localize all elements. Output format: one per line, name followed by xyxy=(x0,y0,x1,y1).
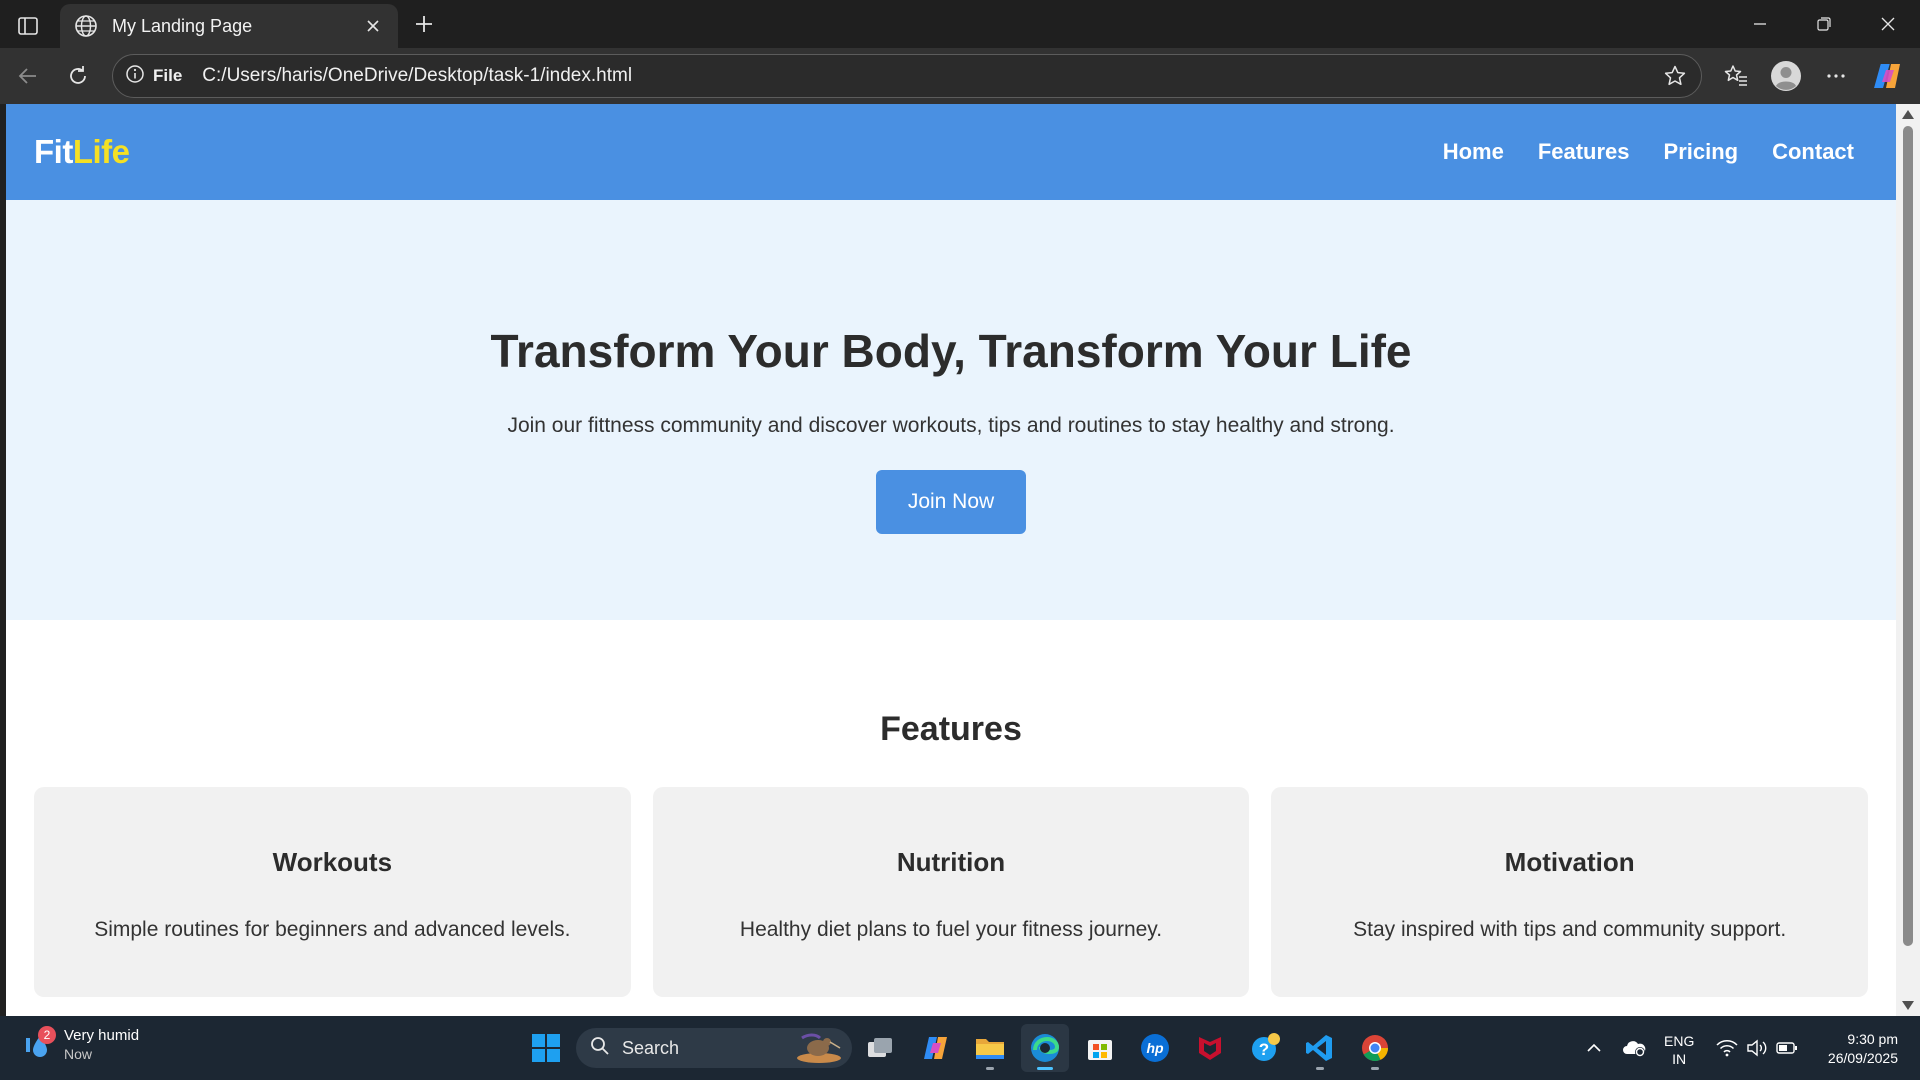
onedrive-sync-icon[interactable] xyxy=(1618,1030,1650,1066)
browser-toolbar: File C:/Users/haris/OneDrive/Desktop/tas… xyxy=(0,48,1920,104)
nav-link-contact[interactable]: Contact xyxy=(1772,139,1854,165)
feature-cards: Workouts Simple routines for beginners a… xyxy=(6,787,1896,997)
info-icon xyxy=(125,64,145,89)
search-highlight-kiwi-icon xyxy=(794,1032,844,1064)
feature-card-nutrition: Nutrition Healthy diet plans to fuel you… xyxy=(652,787,1250,997)
mcafee-icon[interactable] xyxy=(1186,1024,1234,1072)
weather-badge: 2 xyxy=(38,1026,56,1044)
feature-card-text: Stay inspired with tips and community su… xyxy=(1353,918,1787,941)
join-now-button[interactable]: Join Now xyxy=(876,470,1026,534)
weather-icon: 2 xyxy=(20,1026,56,1062)
active-indicator xyxy=(1037,1067,1053,1070)
browser-tab[interactable]: My Landing Page xyxy=(60,4,398,48)
feature-card-title: Motivation xyxy=(1504,847,1635,877)
clock-date: 26/09/2025 xyxy=(1827,1050,1898,1066)
search-icon xyxy=(590,1036,610,1061)
tab-actions-icon[interactable] xyxy=(10,8,46,44)
task-view-icon[interactable] xyxy=(856,1024,904,1072)
weather-widget[interactable]: 2 Very humid Now xyxy=(20,1026,139,1062)
minimize-icon[interactable] xyxy=(1728,0,1792,48)
input-language[interactable]: ENG IN xyxy=(1664,1032,1694,1068)
site-header: FitLife Home Features Pricing Contact xyxy=(6,104,1896,200)
url-text[interactable]: C:/Users/haris/OneDrive/Desktop/task-1/i… xyxy=(202,65,1657,87)
scroll-thumb[interactable] xyxy=(1903,126,1913,946)
microsoft-store-icon[interactable] xyxy=(1076,1024,1124,1072)
running-indicator xyxy=(986,1067,994,1070)
show-hidden-icons-chevron-up-icon[interactable] xyxy=(1580,1030,1608,1066)
hp-icon[interactable]: hp xyxy=(1131,1024,1179,1072)
address-bar[interactable]: File C:/Users/haris/OneDrive/Desktop/tas… xyxy=(112,54,1702,98)
favorite-star-icon[interactable] xyxy=(1657,58,1693,94)
refresh-icon[interactable] xyxy=(60,58,96,94)
vscode-icon[interactable] xyxy=(1296,1024,1344,1072)
feature-card-text: Healthy diet plans to fuel your fitness … xyxy=(739,918,1163,941)
language-code: ENG xyxy=(1664,1033,1695,1049)
globe-icon xyxy=(72,12,100,40)
nav-link-home[interactable]: Home xyxy=(1443,139,1504,165)
running-indicator xyxy=(1316,1067,1324,1070)
svg-text:?: ? xyxy=(1259,1040,1269,1059)
restore-icon[interactable] xyxy=(1792,0,1856,48)
feature-card-text: Simple routines for beginners and advanc… xyxy=(94,918,571,941)
taskbar-search[interactable]: Search xyxy=(576,1028,852,1068)
logo-part-fit: Fit xyxy=(34,133,73,170)
region-code: IN xyxy=(1672,1051,1687,1067)
scroll-down-arrow-icon[interactable] xyxy=(1902,1001,1914,1010)
volume-icon[interactable] xyxy=(1742,1030,1772,1066)
tab-title: My Landing Page xyxy=(112,15,253,36)
feature-card-title: Workouts xyxy=(272,847,393,877)
feature-card-workouts: Workouts Simple routines for beginners a… xyxy=(34,787,631,997)
profile-avatar-icon[interactable] xyxy=(1768,58,1804,94)
more-options-icon[interactable] xyxy=(1818,58,1854,94)
weather-title: Very humid xyxy=(64,1026,140,1044)
site-label: File xyxy=(153,66,183,85)
battery-icon[interactable] xyxy=(1772,1030,1802,1066)
close-window-icon[interactable] xyxy=(1856,0,1920,48)
features-heading: Features xyxy=(880,710,1022,748)
hero-subtitle: Join our fittness community and discover… xyxy=(507,414,1395,437)
scroll-up-arrow-icon[interactable] xyxy=(1902,110,1914,119)
site-info-button[interactable]: File xyxy=(125,64,182,89)
page-viewport: FitLife Home Features Pricing Contact Tr… xyxy=(6,104,1896,1016)
feature-card-motivation: Motivation Stay inspired with tips and c… xyxy=(1271,787,1869,997)
hero-section: Transform Your Body, Transform Your Life… xyxy=(6,200,1896,620)
favorites-icon[interactable] xyxy=(1718,58,1754,94)
running-indicator xyxy=(1371,1067,1379,1070)
copilot-app-icon[interactable] xyxy=(912,1024,960,1072)
system-clock[interactable]: 9:30 pm 26/09/2025 xyxy=(1808,1030,1898,1068)
search-label: Search xyxy=(622,1037,680,1058)
svg-text:hp: hp xyxy=(1146,1040,1164,1056)
page-scrollbar[interactable] xyxy=(1896,104,1920,1016)
windows-taskbar: 2 Very humid Now Search hp ? ENG IN 9:30… xyxy=(0,1016,1920,1080)
file-explorer-icon[interactable] xyxy=(966,1024,1014,1072)
start-button-windows-icon[interactable] xyxy=(526,1028,566,1068)
clock-time: 9:30 pm xyxy=(1847,1031,1898,1047)
back-arrow-icon[interactable] xyxy=(10,58,46,94)
site-nav: Home Features Pricing Contact xyxy=(1443,139,1854,165)
new-tab-icon[interactable] xyxy=(406,6,442,42)
logo-part-life: Life xyxy=(72,133,130,170)
weather-subtitle: Now xyxy=(64,1045,93,1062)
close-tab-icon[interactable] xyxy=(360,13,386,39)
features-section: Features Workouts Simple routines for be… xyxy=(6,620,1896,997)
wifi-icon[interactable] xyxy=(1712,1030,1742,1066)
get-help-icon[interactable]: ? xyxy=(1241,1024,1289,1072)
nav-link-pricing[interactable]: Pricing xyxy=(1664,139,1739,165)
chrome-icon[interactable] xyxy=(1351,1024,1399,1072)
copilot-icon[interactable] xyxy=(1870,58,1906,94)
browser-tab-bar: My Landing Page xyxy=(0,0,1920,48)
edge-icon[interactable] xyxy=(1021,1024,1069,1072)
site-logo[interactable]: FitLife xyxy=(34,133,130,171)
feature-card-title: Nutrition xyxy=(896,847,1006,877)
nav-link-features[interactable]: Features xyxy=(1538,139,1630,165)
hero-title: Transform Your Body, Transform Your Life xyxy=(490,325,1412,377)
